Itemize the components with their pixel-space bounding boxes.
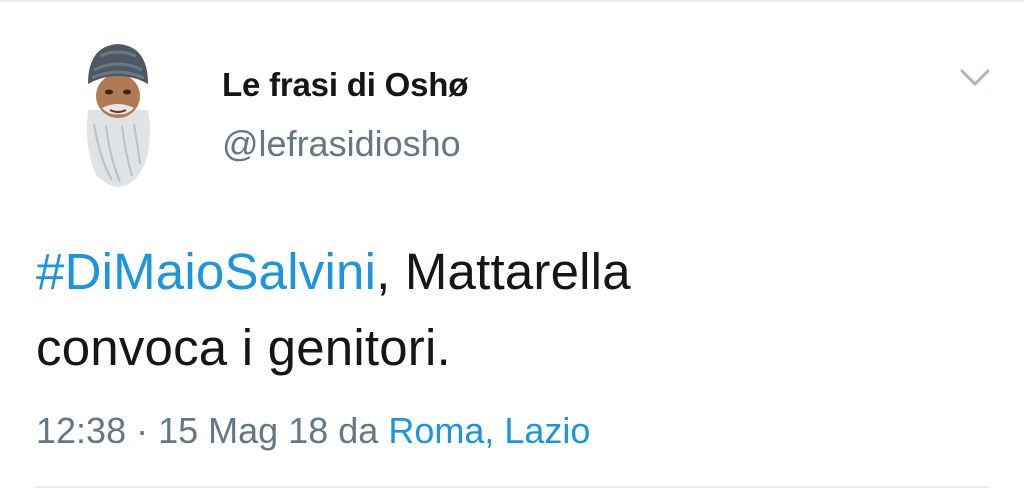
author-avatar[interactable] [76,40,160,190]
tweet-body: #DiMaioSalvini, Mattarella convoca i gen… [36,234,996,386]
hashtag-link[interactable]: #DiMaioSalvini [36,243,376,300]
bottom-divider [36,486,988,488]
tweet-text-line2: convoca i genitori. [36,319,451,376]
chevron-down-icon [960,69,990,86]
top-divider [0,0,1024,2]
tweet-card: Le frasi di Oshø @lefrasidiosho #DiMaioS… [0,0,1024,496]
bearded-man-avatar-icon [87,44,150,187]
tweet-meta: 12:38 · 15 Mag 18 da Roma, Lazio [36,410,590,452]
meta-separator: · [136,410,149,451]
tweet-time[interactable]: 12:38 [36,410,126,451]
author-handle[interactable]: @lefrasidiosho [222,123,461,165]
location-prefix: da [338,410,379,451]
location-link[interactable]: Roma, Lazio [388,410,590,451]
tweet-menu-button[interactable] [958,66,992,90]
tweet-text-line1: , Mattarella [376,243,631,300]
author-display-name[interactable]: Le frasi di Oshø [222,66,468,104]
tweet-date[interactable]: 15 Mag 18 [158,410,328,451]
